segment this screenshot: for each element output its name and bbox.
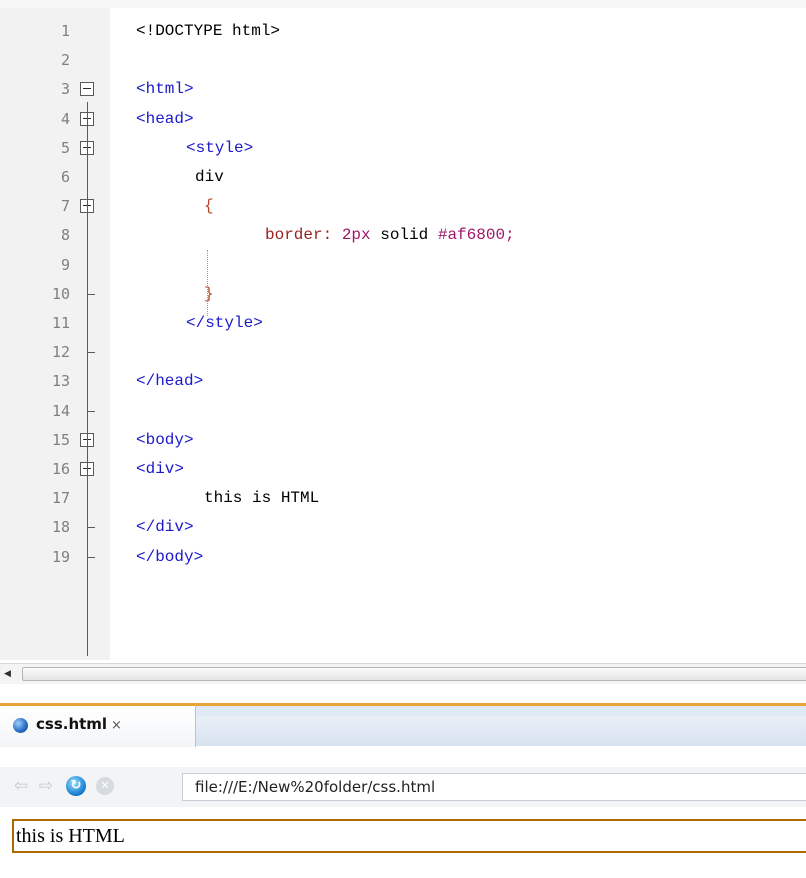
code-text: border: 2px solid #af6800; [265, 221, 515, 250]
tab-css-html[interactable]: css.html × [0, 703, 196, 747]
line-number: 19 [51, 547, 70, 566]
code-token: this is HTML [204, 489, 320, 508]
code-text: <!DOCTYPE html> [136, 17, 280, 46]
tab-title: css.html [36, 715, 108, 733]
code-line: 17 this is HTML [0, 484, 806, 513]
code-text: <head> [136, 105, 194, 134]
line-number: 16 [51, 460, 70, 478]
code-text: <html> [136, 75, 194, 104]
line-number: 13 [51, 372, 70, 391]
line-number: 15 [51, 430, 70, 449]
line-number: 12 [51, 343, 70, 362]
code-text: </style> [186, 309, 263, 338]
code-line: 10} [0, 280, 806, 309]
line-number: 6 [60, 168, 70, 186]
code-token: </head> [136, 372, 204, 391]
code-line: 9 [0, 251, 806, 280]
code-text: <div> [136, 455, 184, 484]
back-arrow-icon[interactable]: ⇦ [11, 776, 31, 796]
code-line: 7{ [0, 192, 806, 221]
forward-arrow-icon[interactable]: ⇨ [36, 776, 56, 796]
code-token: </body> [136, 547, 204, 566]
code-line: 15 <body> [0, 426, 806, 455]
code-token: border: [265, 226, 342, 245]
scrollbar-thumb[interactable] [22, 667, 806, 681]
code-line: 16 <div> [0, 455, 806, 484]
code-token: 2px [341, 226, 371, 245]
fold-end-marker [87, 410, 95, 412]
code-line: 13 </head> [0, 367, 806, 396]
code-text: { [204, 192, 214, 221]
refresh-icon[interactable]: ↻ [66, 776, 86, 796]
code-token: <html> [136, 80, 194, 99]
line-number: 3 [60, 80, 70, 99]
code-line: 2 [0, 46, 806, 75]
fold-end-marker [87, 293, 95, 295]
line-number: 17 [51, 489, 70, 508]
code-line: 12 [0, 338, 806, 367]
line-number: 7 [60, 197, 70, 216]
code-token: } [204, 284, 214, 303]
code-line: 4 <head> [0, 105, 806, 134]
line-number: 2 [60, 51, 70, 70]
code-token: <div> [136, 460, 185, 478]
browser-viewport: this is HTML [0, 807, 806, 878]
scroll-left-arrow-icon[interactable]: ◀ [4, 667, 16, 681]
code-token: solid [370, 226, 438, 245]
code-line: 3 <html> [0, 75, 806, 104]
line-number: 5 [60, 138, 70, 157]
stop-icon[interactable]: ✕ [96, 777, 114, 795]
address-bar[interactable]: file:///E:/New%20folder/css.html [182, 773, 806, 801]
line-number: 1 [60, 22, 70, 40]
fold-end-marker [87, 556, 95, 558]
code-token: <style> [186, 138, 254, 157]
code-line: 19 </body> [0, 543, 806, 572]
line-number: 11 [51, 314, 70, 332]
code-text: </body> [136, 543, 203, 572]
browser-globe-icon [13, 718, 28, 733]
code-token: <!DOCTYPE html> [136, 22, 281, 40]
code-text: <body> [136, 426, 194, 455]
line-number: 10 [51, 284, 70, 303]
code-token: </div> [136, 518, 194, 537]
code-token: <head> [136, 109, 194, 128]
code-token: div [195, 168, 224, 186]
indent-guide [207, 250, 208, 316]
code-line: 6 div [0, 163, 806, 192]
code-token: { [204, 197, 214, 216]
code-text: </div> [136, 513, 194, 542]
fold-end-marker [87, 352, 95, 354]
code-line: 11 </style> [0, 309, 806, 338]
code-token: <body> [136, 430, 194, 449]
tab-close-icon[interactable]: × [111, 718, 122, 733]
code-text: div [195, 163, 224, 192]
code-line: 8 border: 2px solid #af6800; [0, 221, 806, 250]
browser-tab-bar: css.html × [0, 703, 806, 747]
code-editor[interactable]: 1 <!DOCTYPE html> 2 3 <html> 4 <head> 5 <style> 6… [0, 0, 806, 660]
line-number: 9 [60, 255, 70, 274]
code-token: #af6800; [437, 226, 515, 245]
code-line: 1 <!DOCTYPE html> [0, 17, 806, 46]
editor-top-band [0, 0, 806, 8]
horizontal-scrollbar[interactable]: ◀ [0, 663, 806, 684]
address-bar-url: file:///E:/New%20folder/css.html [195, 778, 436, 796]
fold-guide-line [87, 102, 88, 656]
fold-toggle-icon[interactable] [80, 82, 94, 97]
rendered-div: this is HTML [12, 819, 806, 853]
code-line: 18 </div> [0, 513, 806, 542]
code-text: </head> [136, 367, 203, 396]
line-number: 14 [51, 401, 70, 420]
code-text: this is HTML [204, 484, 319, 513]
code-line: 14 [0, 397, 806, 426]
code-line: 5 <style> [0, 134, 806, 163]
line-number: 18 [51, 518, 70, 537]
code-text: <style> [186, 134, 253, 163]
tab-strip-empty [196, 716, 806, 746]
line-number: 8 [60, 226, 70, 245]
browser-nav-bar: ⇦ ⇨ ↻ ✕ file:///E:/New%20folder/css.html [0, 767, 806, 807]
fold-end-marker [87, 527, 95, 529]
line-number: 4 [60, 109, 70, 128]
code-text: } [204, 280, 214, 309]
code-token: </style> [186, 314, 263, 332]
